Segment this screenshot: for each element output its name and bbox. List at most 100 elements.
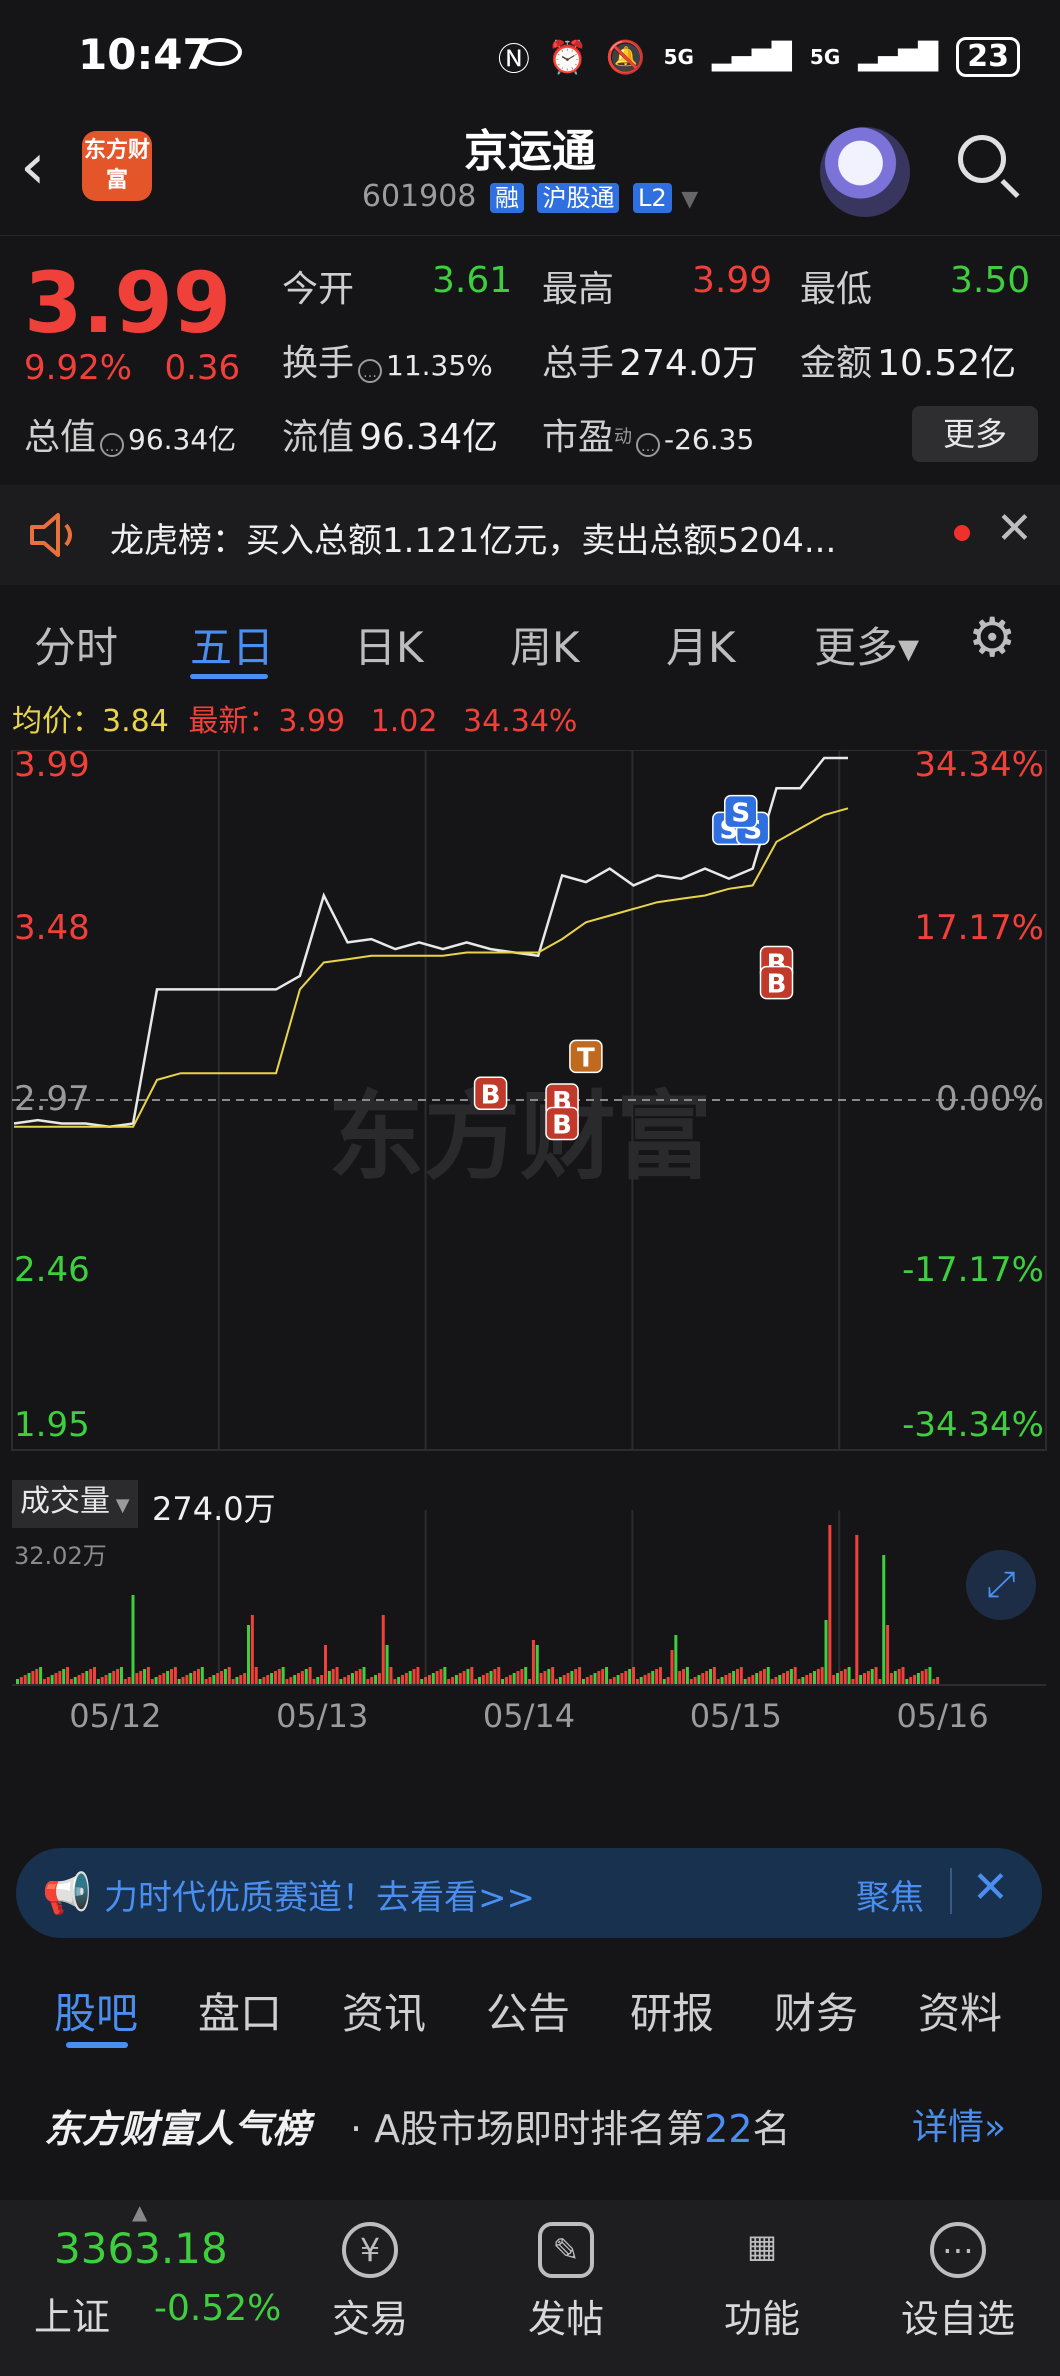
volume-bar <box>454 1675 458 1685</box>
rank-detail-link[interactable]: 详情» <box>912 2098 1006 2150</box>
volume-bar <box>647 1673 651 1685</box>
volume-label: 成交量 <box>20 1484 110 1519</box>
volume-bar <box>23 1675 27 1685</box>
tab-profile[interactable]: 资料 <box>918 1980 1002 2041</box>
popularity-rank[interactable]: 东方财富人气榜 · A股市场即时排名第22名 详情» <box>0 2058 1060 2168</box>
tab-monthly-k[interactable]: 月K <box>666 614 736 675</box>
volume-bar <box>119 1667 123 1685</box>
current-price: 3.99 <box>24 254 232 352</box>
tab-pankou[interactable]: 盘口 <box>198 1980 282 2041</box>
volume-bar <box>712 1667 716 1685</box>
volume-bar <box>289 1677 293 1685</box>
volume-bar <box>658 1667 662 1685</box>
change-percent: 9.92% <box>24 348 133 388</box>
chevron-up-icon[interactable]: ▲ <box>132 2200 147 2224</box>
nav-post[interactable]: ✎ 发帖 <box>496 2222 636 2343</box>
more-button[interactable]: 更多 <box>912 406 1038 462</box>
turnover-label: 换手 <box>282 343 355 384</box>
volume-bar <box>158 1675 162 1685</box>
active-tab-indicator <box>66 2042 128 2048</box>
tab-weekly-k[interactable]: 周K <box>510 614 580 675</box>
volume-bar <box>131 1595 135 1685</box>
volume-bar <box>143 1669 147 1685</box>
search-icon[interactable] <box>958 135 1006 183</box>
volume-bar <box>308 1667 312 1685</box>
settings-gear-icon[interactable]: ⚙ <box>968 606 1016 669</box>
volume-bar <box>897 1669 901 1685</box>
tab-guba[interactable]: 股吧 <box>54 1980 138 2041</box>
close-icon[interactable]: ✕ <box>996 503 1033 554</box>
volume-bar <box>863 1673 866 1685</box>
tab-announcements[interactable]: 公告 <box>486 1980 570 2041</box>
tab-daily-k[interactable]: 日K <box>354 614 424 675</box>
nav-add-watchlist[interactable]: ⋯ 设自选 <box>888 2222 1028 2343</box>
tab-five-day[interactable]: 五日 <box>190 614 274 675</box>
volume-bar <box>524 1667 528 1685</box>
volume-bar <box>397 1677 401 1685</box>
y-tick-left: 3.48 <box>14 908 90 948</box>
volume-bar <box>578 1667 582 1685</box>
robot-assistant-icon[interactable] <box>820 127 910 217</box>
tab-news[interactable]: 资讯 <box>342 1980 426 2041</box>
volume-bar <box>504 1677 508 1685</box>
volume-bar <box>112 1671 116 1685</box>
ad-text[interactable]: 力时代优质赛道！去看看>> <box>104 1870 535 1919</box>
volume-bar <box>620 1673 624 1685</box>
amount-label: 金额 <box>800 343 873 384</box>
tab-finance[interactable]: 财务 <box>774 1980 858 2041</box>
more-icon: ⋯ <box>930 2222 986 2278</box>
info-icon[interactable]: … <box>100 432 125 457</box>
x-tick-label: 05/12 <box>69 1697 161 1735</box>
status-time: 10:47 <box>78 30 212 79</box>
volume-bar <box>81 1673 85 1685</box>
volume-bar <box>466 1669 470 1685</box>
volume-bar <box>243 1673 247 1685</box>
volume-bar <box>558 1677 562 1685</box>
volume-indicator-selector[interactable]: 成交量 ▼ <box>12 1480 138 1528</box>
notice-bar[interactable]: 龙虎榜：买入总额1.121亿元，卖出总额5204... ✕ <box>0 485 1060 585</box>
volume-bar <box>439 1669 443 1685</box>
tab-more[interactable]: 更多▾ <box>814 614 919 675</box>
close-icon[interactable]: ✕ <box>972 1862 1009 1913</box>
index-value[interactable]: 3363.18 <box>54 2224 228 2273</box>
volume-bar <box>181 1677 185 1685</box>
volume-bar <box>543 1671 547 1685</box>
volume-bar <box>697 1675 701 1685</box>
price-chart-svg[interactable]: 东方财富 B BBTS SSBB 3.99 34.34%3.48 17.17%2.97 0… <box>0 750 1060 1750</box>
back-icon[interactable]: ‹ <box>20 135 46 199</box>
info-icon[interactable]: … <box>636 432 661 457</box>
volume-bar <box>146 1667 150 1685</box>
volume-bar <box>508 1675 512 1685</box>
volume-bar <box>58 1671 62 1685</box>
volume-bar <box>674 1635 678 1685</box>
volume-bar <box>632 1667 635 1685</box>
volume-bar <box>320 1675 324 1685</box>
volume-bar <box>89 1669 93 1685</box>
volume-bar <box>31 1671 35 1685</box>
volume-bar <box>485 1673 489 1685</box>
volume-bar <box>593 1673 597 1685</box>
tab-intraday[interactable]: 分时 <box>34 614 118 675</box>
amount-field: 金额 10.52亿 <box>800 334 1016 386</box>
five-day-chart[interactable]: 均价：3.84 最新：3.99 1.02 34.34% 东方财富 BBBTSSS… <box>0 690 1060 1780</box>
volume-bar <box>458 1673 462 1685</box>
expand-icon[interactable]: ⤢ <box>966 1550 1036 1620</box>
bottom-toolbar: ▲ 3363.18 上证 -0.52% ¥ 交易 ✎ 发帖 ▦ 功能 ⋯ 设自选 <box>0 2200 1060 2376</box>
avg-label: 均价： <box>12 704 102 739</box>
volume-bar <box>624 1671 628 1685</box>
volume-bar <box>235 1677 239 1685</box>
ad-banner[interactable]: 📢 力时代优质赛道！去看看>> 聚焦 ✕ <box>16 1848 1042 1938</box>
volume-bar <box>766 1667 770 1685</box>
volume-bar <box>270 1673 274 1685</box>
volume-bar <box>693 1677 697 1685</box>
buy-marker-letter: B <box>767 970 787 1000</box>
tab-research[interactable]: 研报 <box>630 1980 714 2041</box>
low-value: 3.50 <box>950 260 1031 301</box>
info-icon[interactable]: … <box>358 358 383 383</box>
nav-functions[interactable]: ▦ 功能 <box>692 2222 832 2343</box>
nav-trade[interactable]: ¥ 交易 <box>300 2222 440 2343</box>
volume-bar <box>193 1671 197 1685</box>
eastmoney-logo[interactable]: 东方财富 <box>82 131 152 201</box>
volume-bar <box>19 1677 23 1685</box>
chevron-down-icon[interactable]: ▼ <box>681 187 698 212</box>
